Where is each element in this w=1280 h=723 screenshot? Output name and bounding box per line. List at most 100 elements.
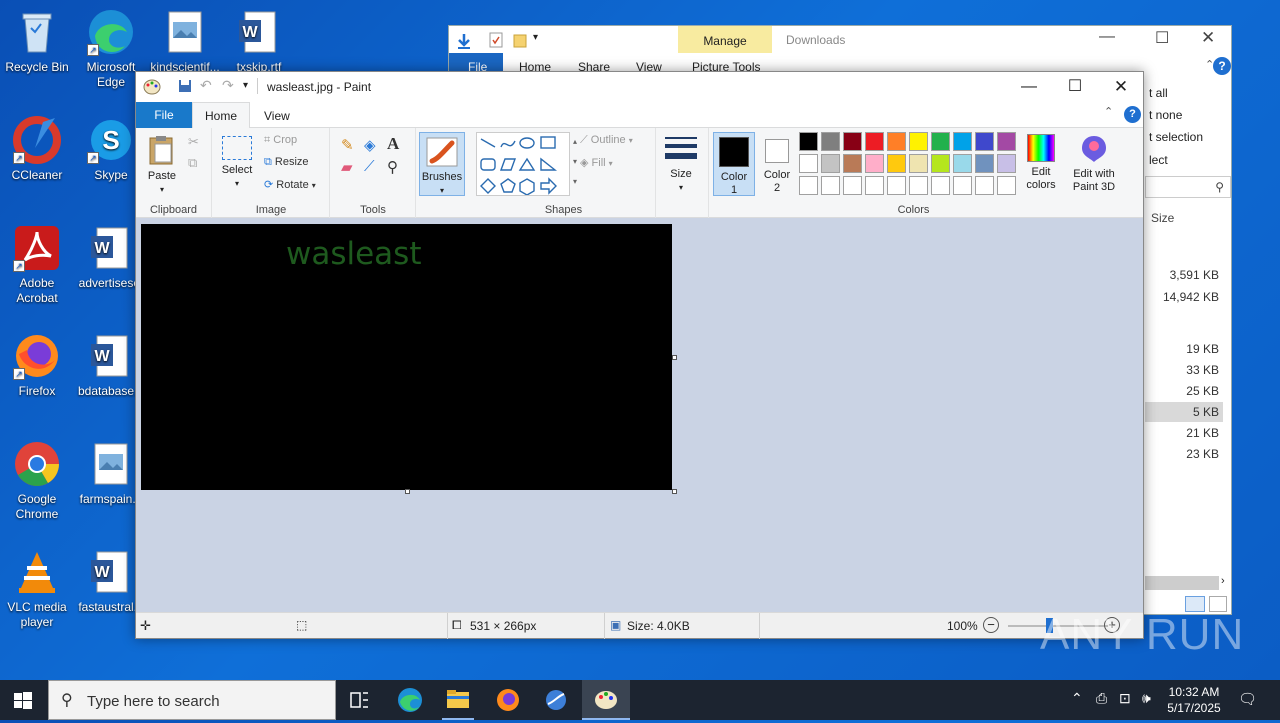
resize-handle-bottom[interactable] <box>405 489 410 494</box>
color-swatch[interactable] <box>997 176 1016 195</box>
explorer-minimize-button[interactable]: — <box>1099 28 1115 46</box>
show-hidden-icons-icon[interactable]: ⌃ <box>1071 690 1083 707</box>
color-swatch[interactable] <box>821 176 840 195</box>
taskbar-file-explorer[interactable] <box>434 680 482 720</box>
invert-selection-item[interactable]: t selection <box>1149 130 1203 144</box>
desktop-icon-vlc[interactable]: VLC media player <box>0 548 74 630</box>
color-swatch[interactable] <box>931 176 950 195</box>
color-swatch[interactable] <box>821 132 840 151</box>
help-icon[interactable]: ? <box>1213 57 1231 75</box>
color-swatch[interactable] <box>865 154 884 173</box>
desktop-icon-chrome[interactable]: Google Chrome <box>0 440 74 522</box>
color-swatch[interactable] <box>887 176 906 195</box>
select-none-item[interactable]: t none <box>1149 108 1182 122</box>
paint-file-menu[interactable]: File <box>136 102 192 128</box>
color-swatch[interactable] <box>865 176 884 195</box>
color-swatch[interactable] <box>975 154 994 173</box>
color-swatch[interactable] <box>799 176 818 195</box>
task-view-button[interactable] <box>336 680 384 720</box>
brushes-button[interactable]: Brushes ▾ <box>419 132 465 196</box>
size-column-header[interactable]: Size <box>1151 211 1174 225</box>
drawing-canvas[interactable]: wasleast <box>141 224 672 490</box>
eraser-icon[interactable]: ▰ <box>341 158 353 176</box>
taskbar-search-box[interactable]: ⚲ Type here to search <box>48 680 336 720</box>
color-swatch[interactable] <box>821 154 840 173</box>
system-clock[interactable]: 10:32 AM 5/17/2025 <box>1164 684 1224 716</box>
color-swatch[interactable] <box>887 132 906 151</box>
color-swatch[interactable] <box>953 132 972 151</box>
resize-handle-corner[interactable] <box>672 489 677 494</box>
fill-bucket-icon[interactable]: ◈ <box>364 136 376 154</box>
resize-handle-right[interactable] <box>672 355 677 360</box>
select-button[interactable]: Select ▾ <box>219 136 255 190</box>
edit-colors-button[interactable]: Edit colors <box>1021 134 1061 192</box>
paint-maximize-button[interactable]: ☐ <box>1052 72 1098 102</box>
scroll-right-icon[interactable]: › <box>1221 575 1225 587</box>
color2-button[interactable]: Color 2 <box>757 132 797 196</box>
cut-icon[interactable]: ✂ <box>188 134 199 150</box>
zoom-out-button[interactable]: − <box>983 617 999 633</box>
taskbar-app[interactable] <box>532 680 580 720</box>
desktop-icon-recycle-bin[interactable]: Recycle Bin <box>0 8 74 75</box>
properties-icon[interactable] <box>489 32 503 48</box>
color-swatch[interactable] <box>799 132 818 151</box>
fill-button[interactable]: ◈ Fill ▾ <box>580 156 613 169</box>
taskbar-firefox[interactable] <box>484 680 532 720</box>
taskbar-edge[interactable] <box>386 680 434 720</box>
color-swatch[interactable] <box>953 176 972 195</box>
color-picker-icon[interactable]: ⟋ <box>364 158 375 175</box>
color-swatch[interactable] <box>931 154 950 173</box>
explorer-maximize-button[interactable]: ☐ <box>1155 28 1169 48</box>
color-swatch[interactable] <box>953 154 972 173</box>
resize-button[interactable]: ⧉ Resize <box>264 156 309 169</box>
color-swatch[interactable] <box>997 154 1016 173</box>
shapes-scroll[interactable]: ▴ ▾ ▾ <box>570 132 580 196</box>
select-item[interactable]: lect <box>1149 153 1168 167</box>
paint-help-icon[interactable]: ? <box>1124 106 1141 123</box>
paint-tab-view[interactable]: View <box>264 109 290 123</box>
network-icon[interactable]: ⊡ <box>1119 690 1131 707</box>
color1-button[interactable]: Color 1 <box>713 132 755 196</box>
desktop-icon-acrobat[interactable]: ↗ Adobe Acrobat <box>0 224 74 306</box>
paint-close-button[interactable]: ✕ <box>1098 72 1144 102</box>
color-swatch[interactable] <box>909 154 928 173</box>
edit-paint3d-button[interactable]: Edit with Paint 3D <box>1069 134 1119 194</box>
color-swatch[interactable] <box>843 176 862 195</box>
explorer-search-box[interactable]: ⚲ <box>1145 176 1231 198</box>
explorer-close-button[interactable]: ✕ <box>1201 28 1215 48</box>
start-button[interactable] <box>12 690 34 712</box>
horizontal-scrollbar[interactable] <box>1145 576 1219 590</box>
crop-button[interactable]: ⌗ Crop <box>264 134 297 147</box>
taskbar-paint[interactable] <box>582 680 630 720</box>
color-swatch[interactable] <box>909 132 928 151</box>
volume-icon[interactable]: 🕪 <box>1142 690 1151 707</box>
quick-access-dropdown-icon[interactable]: ▾ <box>533 32 538 43</box>
redo-icon[interactable]: ↷ <box>222 77 234 94</box>
copy-icon[interactable]: ⧉ <box>188 155 197 171</box>
canvas-area[interactable]: wasleast <box>136 218 1143 614</box>
text-tool-icon[interactable]: A <box>387 134 399 154</box>
color-swatch[interactable] <box>975 132 994 151</box>
desktop-icon-txskip[interactable]: W txskip.rtf <box>222 8 296 75</box>
color-swatch[interactable] <box>975 176 994 195</box>
desktop-icon-ccleaner[interactable]: ↗ CCleaner <box>0 116 74 183</box>
undo-icon[interactable]: ↶ <box>200 77 212 94</box>
manage-tab[interactable]: Manage <box>678 34 772 48</box>
rotate-button[interactable]: ⟳ Rotate ▾ <box>264 178 316 191</box>
new-folder-icon[interactable] <box>513 32 527 48</box>
shapes-gallery[interactable] <box>476 132 570 196</box>
color-swatch[interactable] <box>843 132 862 151</box>
paste-button[interactable]: Paste ▾ <box>144 134 180 196</box>
color-swatch[interactable] <box>887 154 906 173</box>
color-swatch[interactable] <box>843 154 862 173</box>
notification-icon[interactable]: 🗨 <box>1238 690 1257 708</box>
select-all-item[interactable]: t all <box>1149 86 1168 100</box>
paint-window[interactable]: ↶ ↷ ▾ wasleast.jpg - Paint — ☐ ✕ File Ho… <box>135 71 1144 639</box>
color-swatch[interactable] <box>931 132 950 151</box>
save-icon[interactable] <box>178 79 192 93</box>
paint-tab-home[interactable]: Home <box>192 102 250 129</box>
outline-button[interactable]: ⟋ Outline ▾ <box>580 134 633 147</box>
device-icon[interactable]: ⎙ <box>1096 690 1107 707</box>
magnifier-icon[interactable]: ⚲ <box>387 158 398 176</box>
desktop-icon-firefox[interactable]: ↗ Firefox <box>0 332 74 399</box>
